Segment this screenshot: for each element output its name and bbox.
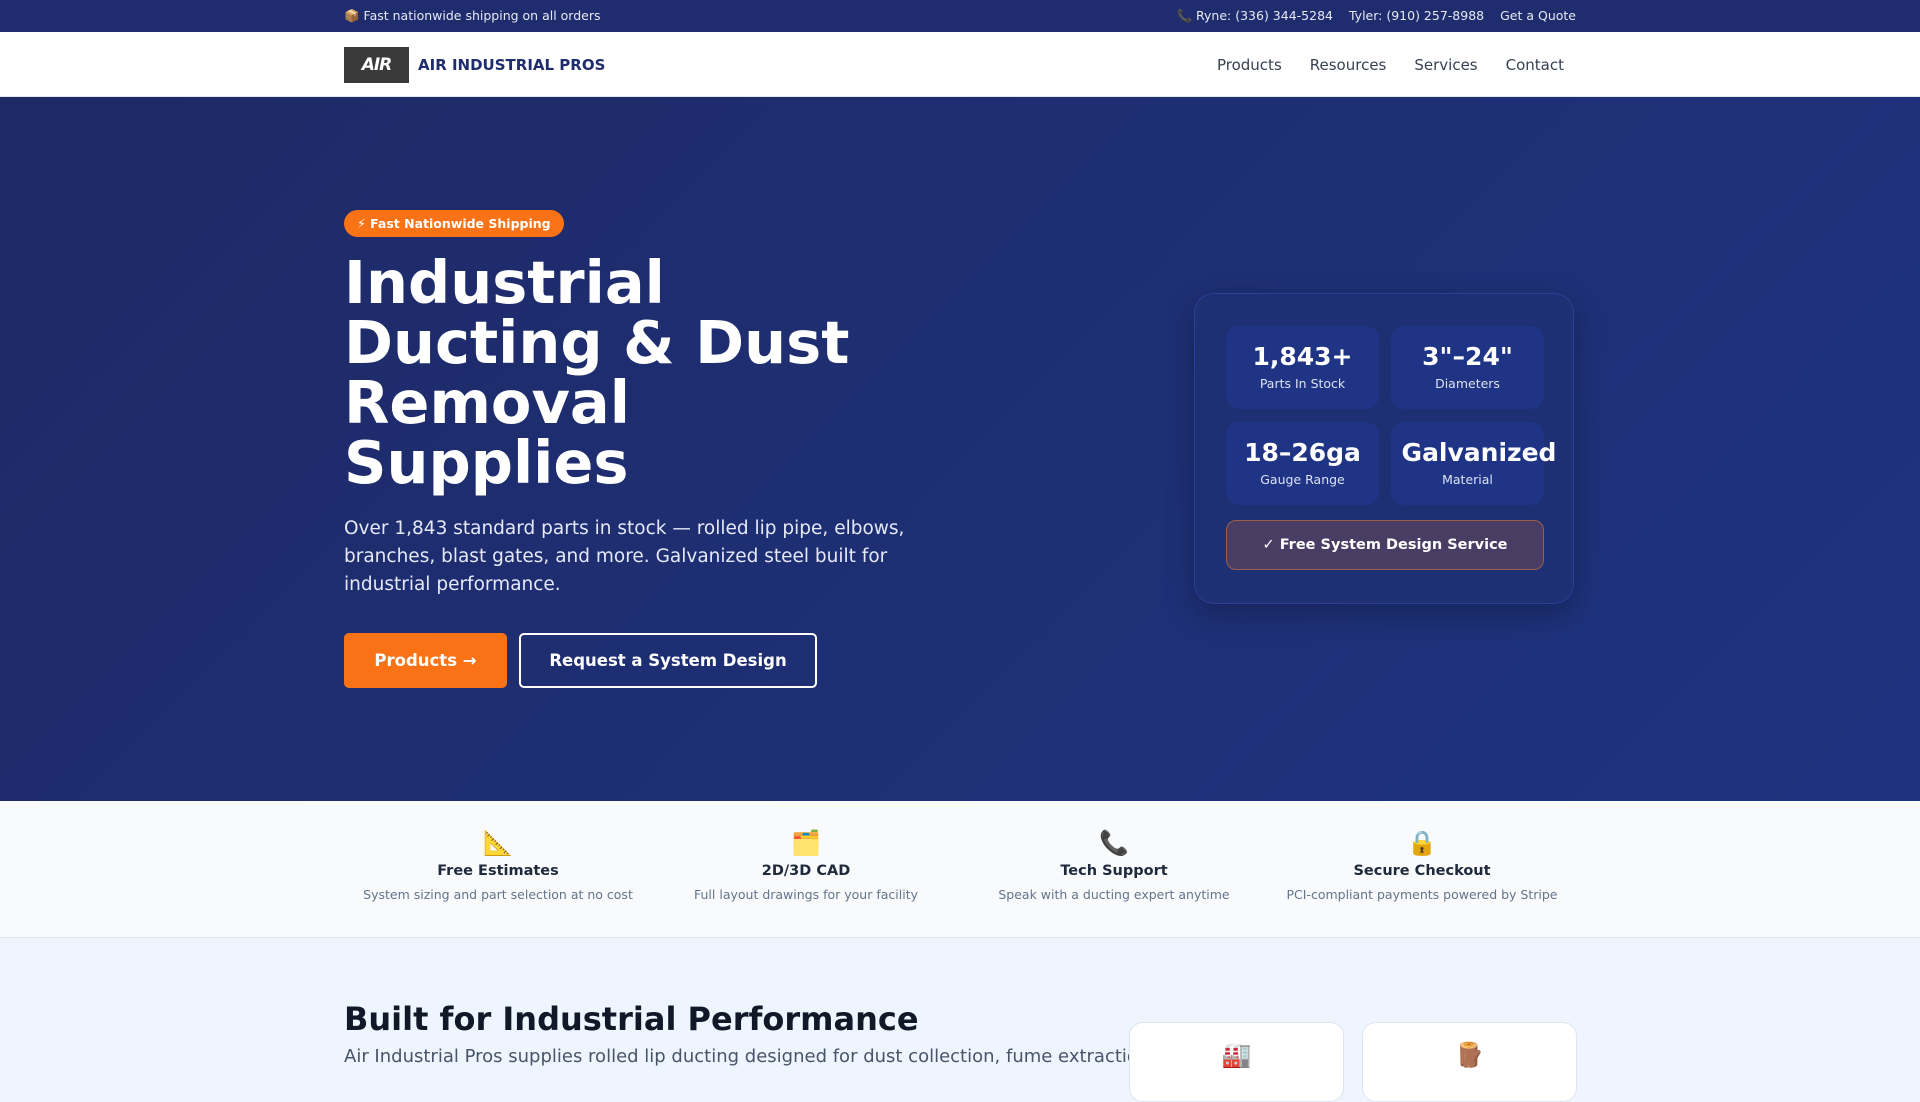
features-strip: 📐 Free Estimates System sizing and part se… xyxy=(0,801,1920,938)
products-button[interactable]: Products → xyxy=(344,633,507,688)
feature-desc: PCI-compliant payments powered by Stripe xyxy=(1286,887,1558,902)
feature-title: 2D/3D CAD xyxy=(761,863,851,879)
lock-icon: 🔒 xyxy=(1407,829,1437,857)
free-design-button[interactable]: ✓ Free System Design Service xyxy=(1226,520,1544,570)
nav-services[interactable]: Services xyxy=(1414,56,1477,74)
stat-value: 3"–24" xyxy=(1422,342,1513,371)
phone-tyler-link[interactable]: Tyler: (910) 257-8988 xyxy=(1349,8,1484,24)
feature-desc: Full layout drawings for your facility xyxy=(694,887,918,902)
folder-icon: 🗂️ xyxy=(791,829,821,857)
feature-desc: Speak with a ducting expert anytime xyxy=(998,887,1230,902)
feature-title: Free Estimates xyxy=(437,863,559,879)
top-bar: 📦 Fast nationwide shipping on all orders… xyxy=(0,0,1920,32)
nav-contact[interactable]: Contact xyxy=(1506,56,1564,74)
feature-secure-checkout: 🔒 Secure Checkout PCI-compliant payments p… xyxy=(1268,801,1576,938)
logo: AIR xyxy=(344,46,409,83)
section-title: Built for Industrial Performance xyxy=(344,1000,919,1038)
get-quote-link[interactable]: Get a Quote xyxy=(1500,8,1576,24)
feature-desc: System sizing and part selection at no c… xyxy=(363,887,633,902)
triangle-ruler-icon: 📐 xyxy=(483,829,513,857)
factory-icon: 🏭 xyxy=(1221,1041,1252,1069)
hero-title: Industrial Ducting & Dust Removal Suppli… xyxy=(344,248,850,497)
stat-parts: 1,843+ Parts In Stock xyxy=(1226,326,1379,409)
stat-diameters: 3"–24" Diameters xyxy=(1391,326,1544,409)
brand-home-link[interactable]: AIR AIR INDUSTRIAL PROS xyxy=(344,46,606,83)
request-design-button[interactable]: Request a System Design xyxy=(519,633,817,688)
stat-value: 1,843+ xyxy=(1252,342,1353,371)
wood-log-icon: 🪵 xyxy=(1454,1041,1485,1069)
stat-value: Galvanized xyxy=(1401,438,1557,467)
nav-resources[interactable]: Resources xyxy=(1310,56,1387,74)
feature-title: Secure Checkout xyxy=(1353,863,1491,879)
nav-products[interactable]: Products xyxy=(1217,56,1282,74)
feature-title: Tech Support xyxy=(1060,863,1168,879)
shipping-notice: 📦 Fast nationwide shipping on all orders xyxy=(344,8,601,23)
feature-tech-support: 📞 Tech Support Speak with a ducting expert… xyxy=(960,801,1268,938)
stat-material: Galvanized Material xyxy=(1391,422,1556,505)
main-nav: AIR AIR INDUSTRIAL PROS Products Resourc… xyxy=(0,32,1920,97)
phone-ryne-link[interactable]: 📞 Ryne: (336) 344-5284 xyxy=(1176,8,1333,24)
stat-label: Parts In Stock xyxy=(1259,376,1346,391)
industry-card[interactable]: 🏭 xyxy=(1129,1022,1344,1102)
stats-card: 1,843+ Parts In Stock 3"–24" Diameters 18–… xyxy=(1194,293,1574,604)
stat-label: Gauge Range xyxy=(1260,472,1345,487)
stat-label: Diameters xyxy=(1435,376,1500,391)
stat-label: Material xyxy=(1442,472,1493,487)
feature-cad: 🗂️ 2D/3D CAD Full layout drawings for your… xyxy=(652,801,960,938)
shipping-badge: ⚡ Fast Nationwide Shipping xyxy=(344,210,564,237)
hero: ⚡ Fast Nationwide Shipping Industrial Du… xyxy=(0,97,1920,801)
performance-section: Built for Industrial Performance Air Ind… xyxy=(0,938,1920,1102)
stat-gauge: 18–26ga Gauge Range xyxy=(1226,422,1379,505)
brand-name: AIR INDUSTRIAL PROS xyxy=(418,55,606,74)
stat-value: 18–26ga xyxy=(1244,438,1361,467)
feature-free-estimates: 📐 Free Estimates System sizing and part se… xyxy=(344,801,652,938)
phone-icon: 📞 xyxy=(1099,829,1129,857)
hero-lead: Over 1,843 standard parts in stock — rol… xyxy=(344,518,905,595)
industry-card[interactable]: 🪵 xyxy=(1362,1022,1577,1102)
section-text: Air Industrial Pros supplies rolled lip … xyxy=(344,1046,1156,1067)
